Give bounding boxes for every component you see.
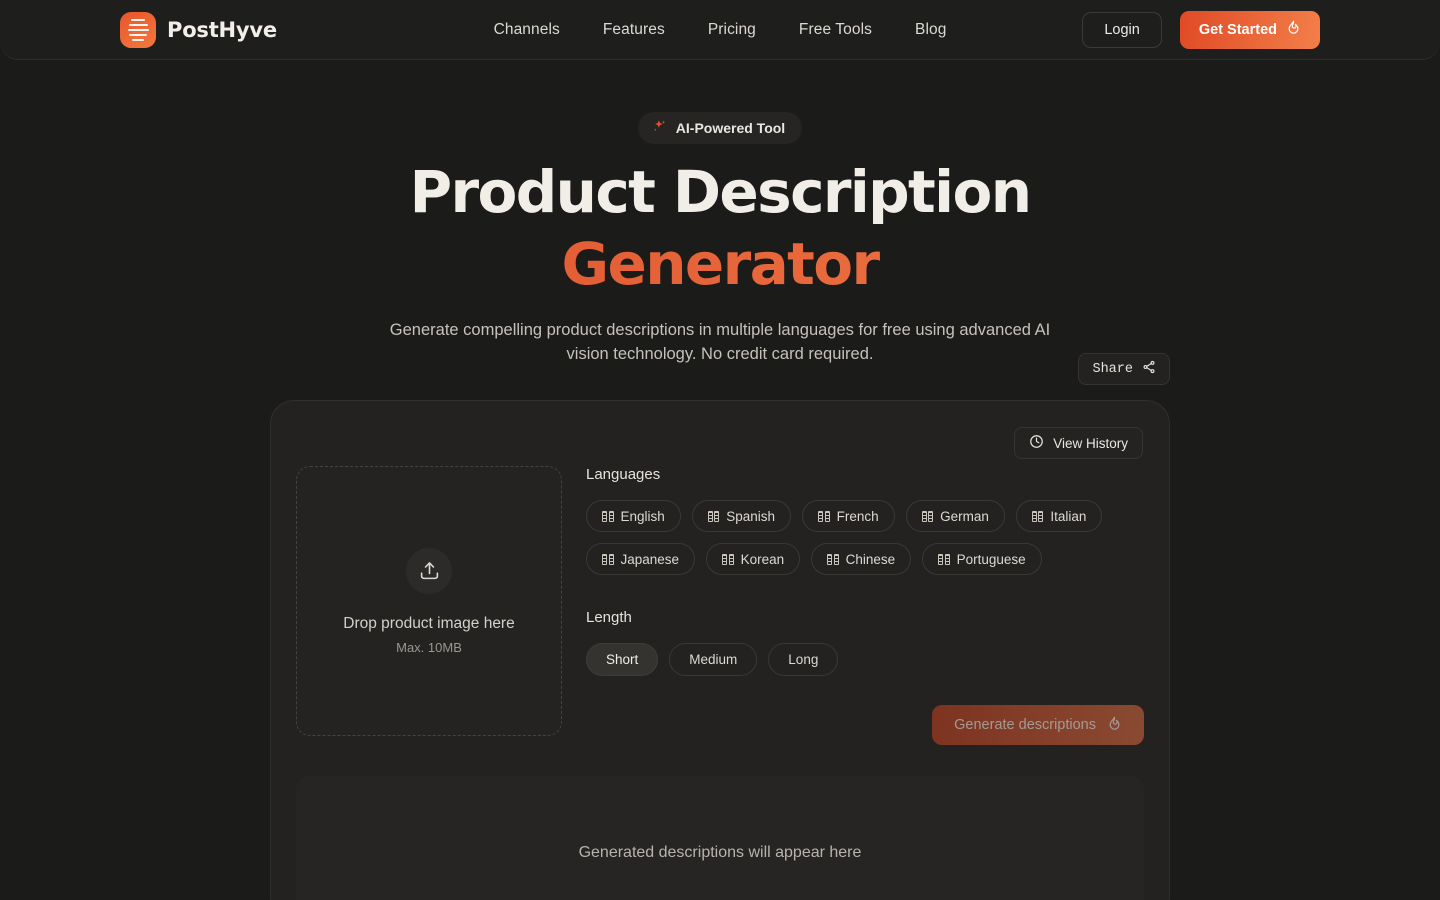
flag-icon [827,553,839,565]
flag-icon [938,553,950,565]
flag-icon [818,510,830,522]
nav-item-free-tools[interactable]: Free Tools [799,21,872,39]
language-chip-label: Chinese [845,551,896,567]
results-panel: Generated descriptions will appear here [296,776,1144,900]
results-placeholder: Generated descriptions will appear here [578,843,862,861]
generate-row: Generate descriptions [932,705,1144,745]
share-network-icon [1142,360,1156,379]
tool-card: View History Drop product image here Max… [270,400,1170,900]
ai-powered-badge: AI-Powered Tool [637,112,803,144]
length-chip-long[interactable]: Long [768,643,839,676]
brand-name: PostHyve [167,18,277,42]
language-chip-german[interactable]: German [905,500,1005,532]
language-chip-portuguese[interactable]: Portuguese [922,543,1042,575]
get-started-button[interactable]: Get Started [1179,10,1320,49]
languages-label: Languages [586,466,661,483]
page-title-line1: Product Description [409,158,1032,226]
login-button[interactable]: Login [1082,11,1162,48]
generate-label: Generate descriptions [954,717,1096,733]
language-chip-label: French [836,508,879,524]
share-row: Share [270,353,1170,385]
view-history-label: View History [1053,435,1128,451]
language-chip-japanese[interactable]: Japanese [586,543,696,575]
hive-logo-icon [120,12,156,48]
badge-label: AI-Powered Tool [675,120,786,136]
nav-item-channels[interactable]: Channels [494,21,560,39]
get-started-label: Get Started [1198,21,1277,38]
length-label: Length [586,609,632,626]
language-chip-chinese[interactable]: Chinese [811,543,912,575]
view-history-button[interactable]: View History [1014,427,1143,459]
length-chip-short[interactable]: Short [586,643,659,676]
hero-section: AI-Powered Tool Product Description Gene… [0,60,1440,367]
length-group: Length Short Medium Long [586,609,1146,676]
clock-icon [1029,434,1044,452]
dropzone-subtitle: Max. 10MB [396,639,462,655]
header-actions: Login Get Started [1082,10,1320,49]
language-chip-italian[interactable]: Italian [1015,500,1103,532]
share-button[interactable]: Share [1078,353,1170,385]
language-chip-label: Portuguese [956,551,1026,567]
flag-icon [921,510,934,522]
page-title: Product Description Generator [0,163,1440,293]
language-chip-label: Japanese [620,551,680,567]
language-chip-english[interactable]: English [586,500,681,532]
language-chip-label: English [620,508,665,524]
flag-icon [602,510,614,522]
flame-icon [1286,20,1301,39]
main-nav: Channels Features Pricing Free Tools Blo… [494,21,947,39]
length-chip-group: Short Medium Long [586,643,1146,676]
flame-icon [1107,716,1122,735]
share-label: Share [1092,361,1133,377]
language-chip-spanish[interactable]: Spanish [691,500,792,532]
upload-icon [406,547,452,594]
tool-options: Languages English Spanish French German Ital… [586,466,1146,676]
nav-item-blog[interactable]: Blog [915,21,946,39]
language-chip-french[interactable]: French [802,500,895,532]
flag-icon [1031,510,1044,522]
flag-icon [707,510,720,522]
brand-logo[interactable]: PostHyve [120,12,277,48]
length-chip-label: Long [788,652,819,667]
flag-icon [602,553,614,565]
site-header: PostHyve Channels Features Pricing Free … [0,0,1440,60]
flag-icon [722,553,734,565]
sparkles-icon [652,119,667,137]
length-chip-label: Medium [689,652,738,667]
length-chip-medium[interactable]: Medium [669,643,758,676]
length-chip-label: Short [606,652,639,667]
card-toolbar: View History [1014,427,1143,459]
generate-descriptions-button[interactable]: Generate descriptions [932,705,1144,745]
language-chip-label: Korean [740,551,785,567]
dropzone-title: Drop product image here [343,614,515,632]
language-chip-label: German [940,508,989,524]
nav-item-features[interactable]: Features [603,21,665,39]
nav-item-pricing[interactable]: Pricing [708,21,756,39]
language-chip-korean[interactable]: Korean [706,543,801,575]
image-dropzone[interactable]: Drop product image here Max. 10MB [296,466,562,736]
language-chip-label: Italian [1050,508,1087,524]
language-chip-label: Spanish [726,508,776,524]
language-chip-group: English Spanish French German Italian Japanes… [586,500,1146,575]
page-title-line2: Generator [0,235,1440,293]
